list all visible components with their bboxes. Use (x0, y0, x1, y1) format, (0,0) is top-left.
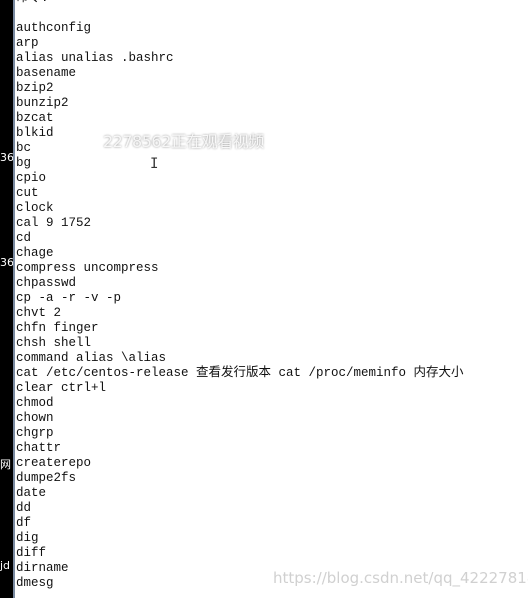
editor-line[interactable]: clear ctrl+l (16, 381, 528, 396)
editor-line[interactable]: chattr (16, 441, 528, 456)
editor-line[interactable]: chmod (16, 396, 528, 411)
url-watermark: https://blog.csdn.net/qq_42227818 (273, 569, 528, 587)
editor-line[interactable]: arp (16, 36, 528, 51)
editor-border (13, 0, 15, 598)
editor-line[interactable]: compress uncompress (16, 261, 528, 276)
editor-line[interactable]: chpasswd (16, 276, 528, 291)
editor-line[interactable]: basename (16, 66, 528, 81)
editor-line[interactable]: clock (16, 201, 528, 216)
editor-line[interactable]: cd (16, 231, 528, 246)
editor-line[interactable] (16, 6, 528, 21)
editor-line[interactable]: command alias \alias (16, 351, 528, 366)
editor-line[interactable]: cp -a -r -v -p (16, 291, 528, 306)
sidebar-fragment: jd (0, 560, 11, 572)
editor-line[interactable]: chgrp (16, 426, 528, 441)
editor-line[interactable]: chsh shell (16, 336, 528, 351)
editor-line[interactable]: dig (16, 531, 528, 546)
editor-line[interactable]: cut (16, 186, 528, 201)
left-panel-strip (0, 0, 13, 598)
editor-line[interactable]: df (16, 516, 528, 531)
editor-line[interactable]: chfn finger (16, 321, 528, 336)
sidebar-fragment: 网 (0, 459, 11, 471)
editor-line[interactable]: chage (16, 246, 528, 261)
editor-line[interactable]: dd (16, 501, 528, 516)
editor-line[interactable]: diff (16, 546, 528, 561)
editor-line[interactable]: cpio (16, 171, 528, 186)
editor-line[interactable]: bzcat (16, 111, 528, 126)
editor-line[interactable]: bzip2 (16, 81, 528, 96)
editor-line[interactable]: chvt 2 (16, 306, 528, 321)
editor-line[interactable]: authconfig (16, 21, 528, 36)
editor-line[interactable]: createrepo (16, 456, 528, 471)
sidebar-fragment: 36 (0, 257, 13, 269)
editor-line[interactable]: dumpe2fs (16, 471, 528, 486)
viewer-watermark: 2278562正在观看视频 (103, 132, 264, 151)
text-editor[interactable]: 命令:authconfigarpalias unalias .bashrcbas… (16, 0, 528, 598)
editor-line[interactable]: bg (16, 156, 528, 171)
editor-line[interactable]: date (16, 486, 528, 501)
editor-line[interactable]: cat /etc/centos-release 查看发行版本 cat /proc… (16, 366, 528, 381)
sidebar-fragment: 36 (0, 152, 13, 164)
editor-line[interactable]: blkid (16, 126, 528, 141)
editor-line[interactable]: bunzip2 (16, 96, 528, 111)
editor-line[interactable]: bc (16, 141, 528, 156)
text-cursor-icon: I (150, 156, 159, 172)
editor-line[interactable]: cal 9 1752 (16, 216, 528, 231)
editor-line[interactable]: chown (16, 411, 528, 426)
editor-line[interactable]: alias unalias .bashrc (16, 51, 528, 66)
